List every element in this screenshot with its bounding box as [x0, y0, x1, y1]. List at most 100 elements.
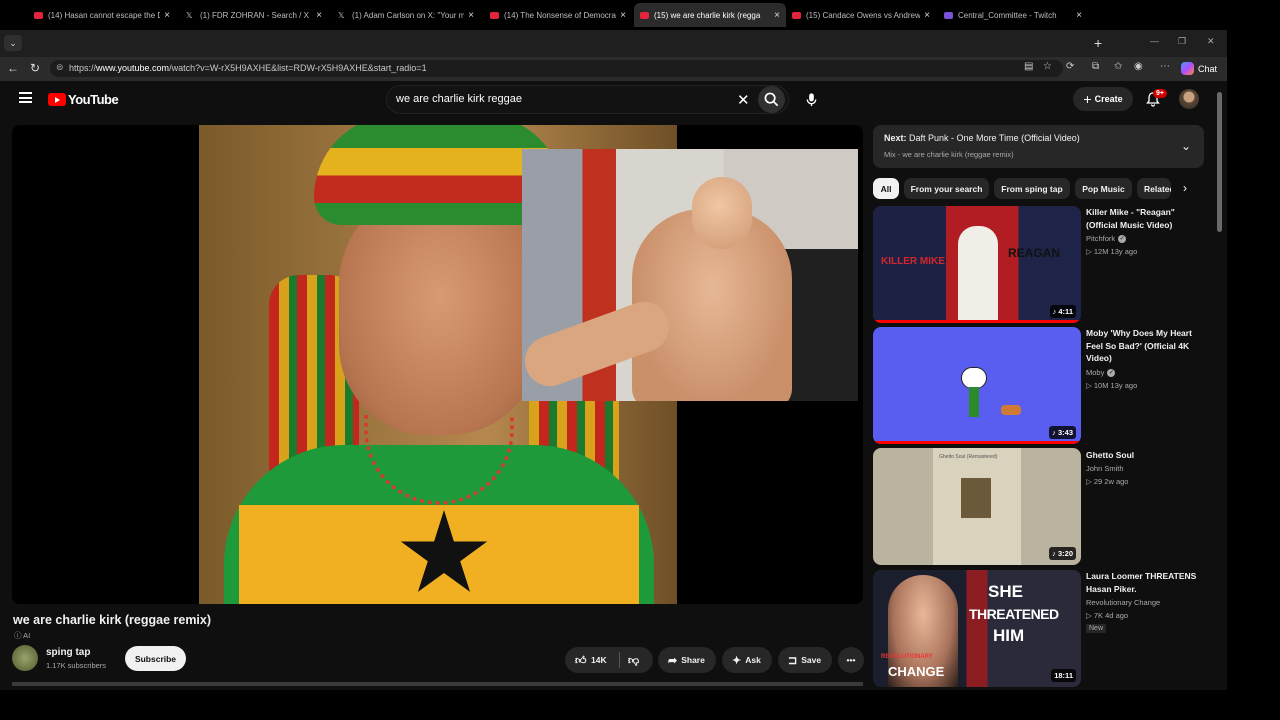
close-tab-icon[interactable]: ×: [164, 10, 170, 21]
share-button[interactable]: ➦ Share: [658, 647, 716, 673]
ask-label: Ask: [745, 655, 761, 665]
thumb-text: CHANGE: [888, 664, 945, 679]
search-button[interactable]: [758, 86, 785, 113]
recommendation-title[interactable]: Ghetto Soul: [1086, 449, 1206, 462]
recommendation-title[interactable]: Laura Loomer THREATENS Hasan Piker.: [1086, 570, 1206, 595]
voice-search-button[interactable]: [798, 86, 825, 113]
menu-hamburger-icon[interactable]: [19, 92, 32, 103]
back-arrow-icon[interactable]: ←: [7, 61, 19, 75]
age-text: 13y ago: [1110, 247, 1138, 256]
channel-avatar[interactable]: [12, 645, 38, 671]
more-actions-button[interactable]: •••: [838, 647, 864, 673]
clear-search-icon[interactable]: ✕: [737, 91, 750, 109]
close-tab-icon[interactable]: ×: [774, 10, 780, 21]
recommendation-thumbnail[interactable]: SHE THREATENED HIM REVOLUTIONARY CHANGE …: [873, 570, 1081, 687]
url-host: www.youtube.com: [96, 63, 170, 73]
duration-badge: ♪ 3:20: [1049, 547, 1076, 560]
site-info-icon[interactable]: ⊜: [56, 62, 64, 73]
close-tab-icon[interactable]: ×: [1076, 10, 1082, 21]
browser-tab[interactable]: (15) Candace Owens vs Andrew W ×: [786, 3, 936, 27]
recommendation-title[interactable]: Moby 'Why Does My Heart Feel So Bad?' (O…: [1086, 327, 1206, 365]
browser-tab[interactable]: Central_Committee - Twitch ×: [938, 3, 1088, 27]
recommendation-title[interactable]: Killer Mike - "Reagan" (Official Music V…: [1086, 206, 1206, 231]
channel-text: Moby: [1086, 368, 1105, 377]
favorite-star-icon[interactable]: ☆: [1043, 61, 1052, 72]
browser-tab[interactable]: (14) Hasan cannot escape the DO ×: [28, 3, 176, 27]
verified-check-icon: ✓: [1118, 235, 1127, 244]
browser-tab[interactable]: 𝕏 (1) Adam Carlson on X: "Your mil ×: [332, 3, 480, 27]
sparkle-icon: ✦: [732, 654, 742, 667]
copilot-chat-button[interactable]: Chat: [1181, 60, 1217, 77]
chevron-right-icon[interactable]: ›: [1183, 181, 1187, 195]
video-title: we are charlie kirk (reggae remix): [13, 613, 212, 627]
recommendation-channel[interactable]: John Smith: [1086, 464, 1124, 473]
browser-tab-active[interactable]: (15) we are charlie kirk (regga ×: [634, 3, 786, 27]
browser-tab[interactable]: (14) The Nonsense of Democratic ×: [484, 3, 632, 27]
play-count-icon: ▷: [1086, 611, 1094, 620]
title-line: Hasan Piker.: [1086, 583, 1137, 594]
ai-label: ⓘ AI: [14, 630, 30, 641]
browser-profile-icon[interactable]: ◉: [1134, 61, 1143, 72]
next-up-title[interactable]: Next: Daft Punk - One More Time (Officia…: [884, 133, 1080, 143]
chip-from-sping-tap[interactable]: From sping tap: [994, 178, 1070, 199]
new-tab-button[interactable]: +: [1094, 35, 1102, 51]
reader-mode-icon[interactable]: ▤: [1024, 61, 1033, 72]
x-favicon-icon: 𝕏: [186, 10, 193, 20]
thumb-text: Ghetto Soul (Remastered): [939, 454, 998, 460]
views-text: 29: [1093, 477, 1103, 486]
collections-icon[interactable]: ✩: [1114, 61, 1122, 72]
extension-icon[interactable]: ⟳: [1066, 61, 1074, 72]
recommendation-thumbnail[interactable]: Ghetto Soul (Remastered) ♪ 3:20: [873, 448, 1081, 565]
next-up-card[interactable]: [873, 125, 1204, 168]
close-tab-icon[interactable]: ×: [924, 10, 930, 21]
views-text: 12M: [1093, 247, 1109, 256]
chip-from-your-search[interactable]: From your search: [904, 178, 989, 199]
thumb-figure: [969, 387, 979, 417]
close-window-icon[interactable]: ✕: [1207, 36, 1215, 47]
more-options-icon[interactable]: ⋯: [1160, 61, 1170, 72]
ask-button[interactable]: ✦ Ask: [722, 647, 772, 673]
tab-title: (15) Candace Owens vs Andrew W: [806, 10, 921, 20]
chip-all[interactable]: All: [873, 178, 899, 199]
x-favicon-icon: 𝕏: [338, 10, 345, 20]
youtube-logo[interactable]: YouTube: [48, 92, 119, 107]
channel-name[interactable]: sping tap: [46, 647, 90, 658]
recommendation-channel[interactable]: Revolutionary Change: [1086, 598, 1160, 607]
play-count-icon: ▷: [1086, 247, 1094, 256]
chip-pop-music[interactable]: Pop Music: [1075, 178, 1132, 199]
info-icon: ⓘ: [14, 631, 24, 640]
save-button[interactable]: ⊐ Save: [778, 647, 832, 673]
video-player[interactable]: [12, 125, 863, 604]
scrollbar-thumb[interactable]: [1217, 92, 1222, 232]
recommendation-thumbnail[interactable]: ♪ 3:43: [873, 327, 1081, 444]
recommendation-channel[interactable]: Moby ✓: [1086, 368, 1116, 378]
split-screen-icon[interactable]: ⧉: [1092, 61, 1099, 72]
close-tab-icon[interactable]: ×: [468, 10, 474, 21]
url-text[interactable]: https://www.youtube.com/watch?v=W-rX5H9A…: [69, 63, 427, 73]
create-button[interactable]: + Create: [1073, 87, 1133, 111]
account-avatar[interactable]: [1179, 89, 1199, 109]
chip-related[interactable]: Related: [1137, 178, 1171, 199]
duration-text: 3:43: [1057, 428, 1073, 437]
subscribe-button[interactable]: Subscribe: [125, 646, 186, 671]
close-tab-icon[interactable]: ×: [620, 10, 626, 21]
chevron-down-icon[interactable]: ⌄: [1181, 139, 1191, 153]
like-divider: [619, 652, 620, 668]
restore-icon[interactable]: ❐: [1178, 36, 1186, 47]
tab-list-button[interactable]: ⌄: [4, 35, 22, 51]
thumbs-down-icon[interactable]: 👎︎: [628, 654, 639, 667]
recommendation-channel[interactable]: Pitchfork ✓: [1086, 234, 1127, 244]
close-tab-icon[interactable]: ×: [316, 10, 322, 21]
thumbs-up-icon[interactable]: 👍︎: [575, 654, 587, 667]
url-prefix: https://: [69, 63, 97, 73]
tab-title: (1) FDR ZOHRAN - Search / X: [200, 10, 309, 20]
minimize-icon[interactable]: —: [1150, 36, 1159, 46]
notification-count-badge: 9+: [1153, 89, 1167, 98]
tab-title: (1) Adam Carlson on X: "Your mil: [352, 10, 465, 20]
recommendation-thumbnail[interactable]: KILLER MIKE REAGAN ♪ 4:11: [873, 206, 1081, 323]
tab-title: (15) we are charlie kirk (regga: [654, 10, 761, 20]
browser-tab[interactable]: 𝕏 (1) FDR ZOHRAN - Search / X ×: [180, 3, 328, 27]
like-count[interactable]: 14K: [591, 655, 607, 665]
search-input[interactable]: we are charlie kirk reggae: [396, 93, 522, 105]
reload-icon[interactable]: ↻: [30, 61, 40, 75]
